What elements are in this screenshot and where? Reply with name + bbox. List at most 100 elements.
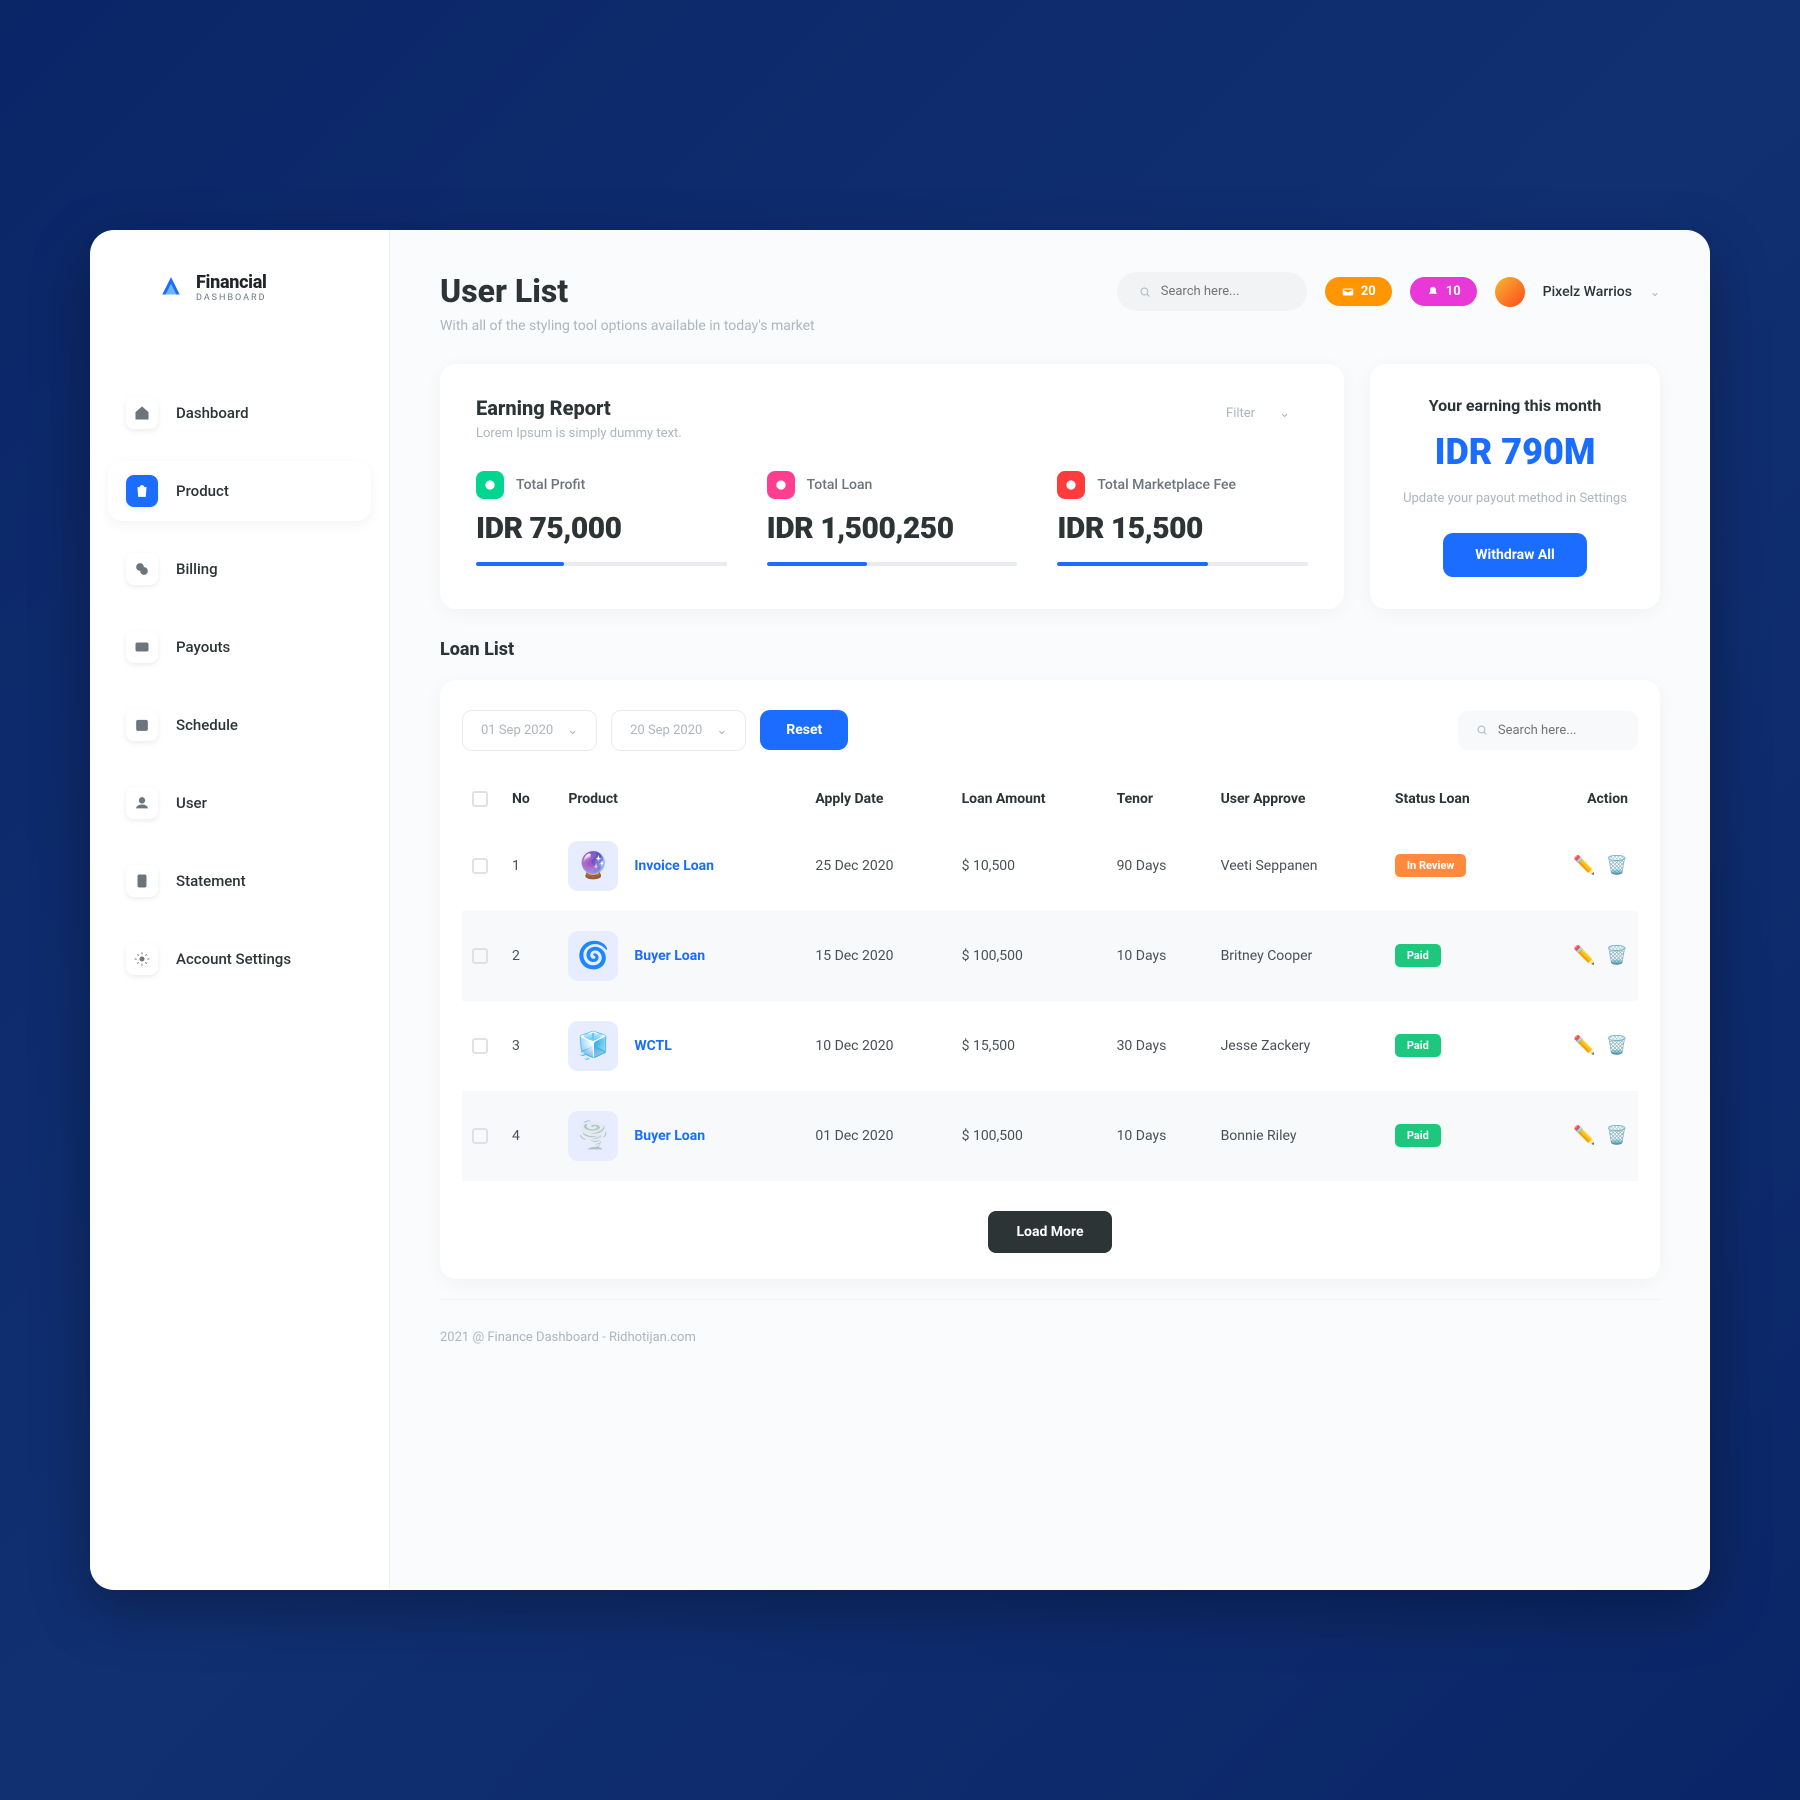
footer-text: 2021 @ Finance Dashboard - Ridhotijan.co… — [440, 1330, 1660, 1345]
search-icon — [1139, 285, 1151, 299]
sidebar-item-user[interactable]: User — [108, 773, 371, 833]
product-name-link[interactable]: Invoice Loan — [634, 858, 714, 874]
product-name-link[interactable]: WCTL — [634, 1038, 671, 1054]
status-badge: Paid — [1395, 944, 1441, 967]
sidebar: Financial Dashboard Dashboard Product Bill… — [90, 230, 390, 1590]
edit-icon[interactable]: ✏️ — [1573, 1125, 1595, 1146]
nav-label: Billing — [176, 560, 218, 578]
nav-label: Statement — [176, 872, 246, 890]
row-checkbox[interactable] — [472, 948, 488, 964]
metric-label: Total Profit — [516, 477, 585, 493]
nav-label: Account Settings — [176, 950, 291, 968]
avatar[interactable] — [1495, 277, 1525, 307]
delete-icon[interactable]: 🗑️ — [1606, 1035, 1628, 1056]
cell-amount: $ 100,500 — [952, 911, 1107, 1001]
user-name: Pixelz Warrios — [1543, 284, 1632, 300]
metric-label: Total Loan — [807, 477, 873, 493]
brand-title: Financial — [196, 272, 267, 293]
chevron-down-icon: ⌄ — [716, 723, 727, 738]
gear-icon — [134, 951, 150, 967]
delete-icon[interactable]: 🗑️ — [1606, 945, 1628, 966]
search-icon — [1476, 723, 1488, 737]
product-name-link[interactable]: Buyer Loan — [634, 948, 705, 964]
nav-label: Payouts — [176, 638, 230, 656]
product-name-link[interactable]: Buyer Loan — [634, 1128, 705, 1144]
nav-label: User — [176, 794, 207, 812]
cell-no: 4 — [502, 1091, 558, 1181]
metric-value: IDR 75,000 — [476, 511, 727, 546]
cell-amount: $ 15,500 — [952, 1001, 1107, 1091]
search-field[interactable] — [1498, 723, 1620, 738]
withdraw-button[interactable]: Withdraw All — [1443, 533, 1586, 577]
page-title: User List — [440, 272, 815, 310]
row-checkbox[interactable] — [472, 1038, 488, 1054]
metric-icon — [767, 471, 795, 499]
search-input-list[interactable] — [1458, 711, 1638, 750]
month-earning-card: Your earning this month IDR 790M Update … — [1370, 364, 1660, 609]
month-desc: Update your payout method in Settings — [1394, 489, 1636, 509]
metric-value: IDR 15,500 — [1057, 511, 1308, 546]
cell-user: Britney Cooper — [1211, 911, 1385, 1001]
file-icon — [134, 873, 150, 889]
date-from-input[interactable]: 01 Sep 2020⌄ — [462, 710, 597, 751]
sidebar-item-schedule[interactable]: Schedule — [108, 695, 371, 755]
cell-tenor: 10 Days — [1107, 911, 1211, 1001]
date-to-input[interactable]: 20 Sep 2020⌄ — [611, 710, 746, 751]
filter-button[interactable]: Filter ⌄ — [1208, 396, 1308, 431]
cell-amount: $ 10,500 — [952, 821, 1107, 911]
nav: Dashboard Product Billing Payouts Schedule Us… — [108, 383, 371, 989]
column-header: No — [502, 777, 558, 821]
delete-icon[interactable]: 🗑️ — [1606, 855, 1628, 876]
load-more-button[interactable]: Load More — [988, 1211, 1111, 1253]
cell-user: Jesse Zackery — [1211, 1001, 1385, 1091]
metric-total-loan: Total LoanIDR 1,500,250 — [767, 471, 1018, 566]
nav-label: Schedule — [176, 716, 238, 734]
loan-list-card: 01 Sep 2020⌄ 20 Sep 2020⌄ Reset NoProduc… — [440, 680, 1660, 1279]
reset-button[interactable]: Reset — [760, 710, 848, 750]
cell-user: Veeti Seppanen — [1211, 821, 1385, 911]
mail-icon — [1341, 285, 1355, 299]
product-icon: 🧊 — [568, 1021, 618, 1071]
metrics: Total Profit IDR 75,000 Total LoanIDR 1,50… — [476, 471, 1308, 566]
sidebar-item-billing[interactable]: Billing — [108, 539, 371, 599]
row-checkbox[interactable] — [472, 1128, 488, 1144]
chevron-down-icon[interactable]: ⌄ — [1650, 285, 1660, 299]
earning-subtitle: Lorem Ipsum is simply dummy text. — [476, 426, 682, 441]
column-header: Tenor — [1107, 777, 1211, 821]
cell-no: 2 — [502, 911, 558, 1001]
metric-total-marketplace-fee: Total Marketplace FeeIDR 15,500 — [1057, 471, 1308, 566]
table-row: 3 🧊WCTL 10 Dec 2020 $ 15,500 30 Days Jes… — [462, 1001, 1638, 1091]
row-checkbox[interactable] — [472, 858, 488, 874]
search-field[interactable] — [1161, 284, 1285, 299]
product-icon: 🔮 — [568, 841, 618, 891]
page-subtitle: With all of the styling tool options ava… — [440, 318, 815, 334]
table-row: 4 🌪️Buyer Loan 01 Dec 2020 $ 100,500 10 … — [462, 1091, 1638, 1181]
calendar-icon — [134, 717, 150, 733]
select-all-checkbox[interactable] — [472, 791, 488, 807]
summary-row: Earning Report Lorem Ipsum is simply dum… — [440, 364, 1660, 609]
status-badge: In Review — [1395, 854, 1467, 877]
metric-icon — [476, 471, 504, 499]
sidebar-item-dashboard[interactable]: Dashboard — [108, 383, 371, 443]
sidebar-item-statement[interactable]: Statement — [108, 851, 371, 911]
sidebar-item-product[interactable]: Product — [108, 461, 371, 521]
wallet-icon — [134, 639, 150, 655]
cell-user: Bonnie Riley — [1211, 1091, 1385, 1181]
logo-icon — [158, 275, 184, 301]
sidebar-item-payouts[interactable]: Payouts — [108, 617, 371, 677]
nav-label: Product — [176, 482, 229, 500]
delete-icon[interactable]: 🗑️ — [1606, 1125, 1628, 1146]
column-header: Product — [558, 777, 805, 821]
edit-icon[interactable]: ✏️ — [1573, 1035, 1595, 1056]
edit-icon[interactable]: ✏️ — [1573, 855, 1595, 876]
sidebar-item-account-settings[interactable]: Account Settings — [108, 929, 371, 989]
loan-table: NoProductApply DateLoan AmountTenorUser … — [462, 777, 1638, 1181]
notification-badge[interactable]: 10 — [1410, 277, 1477, 306]
edit-icon[interactable]: ✏️ — [1573, 945, 1595, 966]
header-actions: 20 10 Pixelz Warrios ⌄ — [1117, 272, 1660, 311]
progress-bar — [767, 562, 1018, 566]
search-input-top[interactable] — [1117, 272, 1307, 311]
column-header: Status Loan — [1385, 777, 1527, 821]
mail-badge[interactable]: 20 — [1325, 277, 1392, 306]
cell-no: 1 — [502, 821, 558, 911]
